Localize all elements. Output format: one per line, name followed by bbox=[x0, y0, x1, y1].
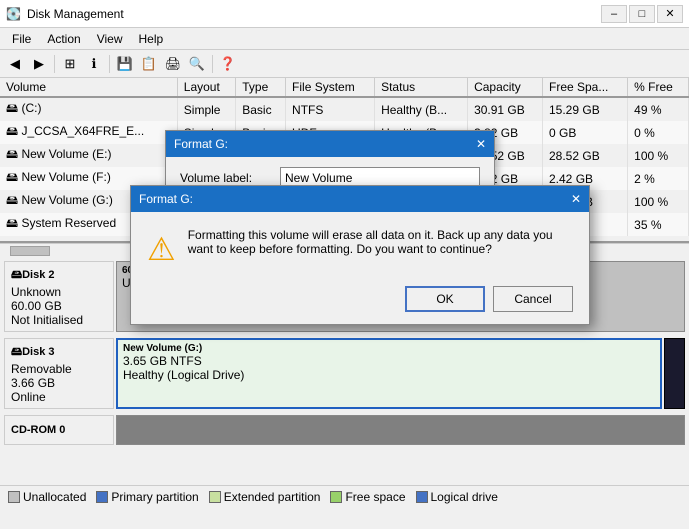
ok-button[interactable]: OK bbox=[405, 286, 485, 312]
warn-title: Format G: bbox=[139, 192, 193, 206]
warn-icon: ⚠ bbox=[147, 230, 176, 268]
warn-message: Formatting this volume will erase all da… bbox=[188, 228, 573, 256]
warn-dialog: Format G: ✕ ⚠ Formatting this volume wil… bbox=[130, 185, 590, 325]
format-dialog-bg-titlebar: Format G: ✕ bbox=[166, 131, 494, 157]
format-dialog-bg-title: Format G: bbox=[174, 137, 228, 151]
warn-body: ⚠ Formatting this volume will erase all … bbox=[131, 212, 589, 280]
warn-titlebar: Format G: ✕ bbox=[131, 186, 589, 212]
format-dialog-bg-close[interactable]: ✕ bbox=[476, 137, 486, 151]
cancel-button[interactable]: Cancel bbox=[493, 286, 573, 312]
warn-close-button[interactable]: ✕ bbox=[571, 192, 581, 206]
dialog-overlay: Format G: ✕ Volume label: Format G: ✕ ⚠ … bbox=[0, 0, 689, 529]
warn-buttons: OK Cancel bbox=[131, 280, 589, 324]
volume-label-text: Volume label: bbox=[180, 171, 280, 185]
